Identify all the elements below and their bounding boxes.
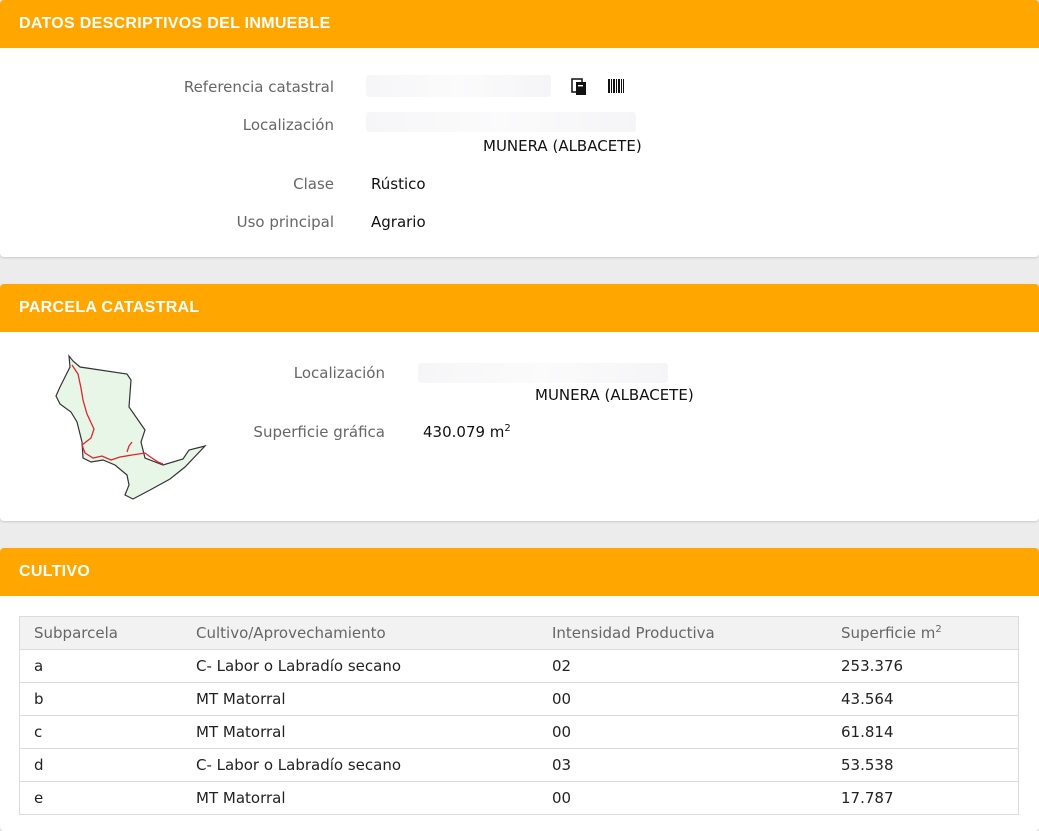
- ref-label: Referencia catastral: [183, 78, 334, 96]
- sup-number: 430.079 m: [423, 423, 505, 441]
- sup-label: Superficie gráfica: [253, 423, 385, 441]
- col-cultivo[interactable]: Cultivo/Aprovechamiento: [182, 616, 538, 650]
- inmueble-header: DATOS DESCRIPTIVOS DEL INMUEBLE: [0, 0, 1039, 48]
- cell-cultivo: MT Matorral: [182, 781, 538, 815]
- table-row: c MT Matorral 00 61.814: [19, 715, 1019, 749]
- parcela-header: PARCELA CATASTRAL: [0, 284, 1039, 332]
- cell-intensidad: 00: [538, 715, 827, 749]
- cell-cultivo: C- Labor o Labradío secano: [182, 748, 538, 782]
- cell-superficie: 17.787: [827, 781, 1019, 815]
- sup-value: 430.079 m2: [423, 423, 511, 441]
- table-row: a C- Labor o Labradío secano 02 253.376: [19, 649, 1019, 683]
- cell-intensidad: 00: [538, 781, 827, 815]
- cell-subparcela: b: [19, 682, 182, 716]
- col-superficie[interactable]: Superficie m2: [827, 616, 1019, 650]
- cell-subparcela: d: [19, 748, 182, 782]
- cell-superficie: 43.564: [827, 682, 1019, 716]
- cell-intensidad: 00: [538, 682, 827, 716]
- cell-subparcela: e: [19, 781, 182, 815]
- table-row: b MT Matorral 00 43.564: [19, 682, 1019, 716]
- parcela-loc-label: Localización: [293, 364, 385, 382]
- cell-superficie: 253.376: [827, 649, 1019, 683]
- col-intensidad[interactable]: Intensidad Productiva: [538, 616, 827, 650]
- col-superficie-label: Superficie m: [841, 624, 936, 642]
- clase-label: Clase: [293, 175, 334, 193]
- loc-address-redacted: [366, 112, 636, 132]
- cell-cultivo: MT Matorral: [182, 715, 538, 749]
- cell-superficie: 53.538: [827, 748, 1019, 782]
- cultivo-header: CULTIVO: [0, 548, 1039, 596]
- inmueble-panel: DATOS DESCRIPTIVOS DEL INMUEBLE Referenc…: [0, 0, 1039, 257]
- cell-superficie: 61.814: [827, 715, 1019, 749]
- table-row: d C- Labor o Labradío secano 03 53.538: [19, 748, 1019, 782]
- cell-intensidad: 02: [538, 649, 827, 683]
- parcela-address-redacted: [418, 363, 668, 383]
- cell-cultivo: C- Labor o Labradío secano: [182, 649, 538, 683]
- copy-icon[interactable]: [571, 78, 589, 96]
- loc-label: Localización: [242, 116, 334, 134]
- uso-label: Uso principal: [236, 213, 334, 231]
- cultivo-table: Subparcela Cultivo/Aprovechamiento Inten…: [19, 616, 1019, 815]
- col-superficie-exponent: 2: [935, 624, 942, 635]
- parcel-map[interactable]: [45, 350, 215, 510]
- cultivo-panel: CULTIVO Subparcela Cultivo/Aprovechamien…: [0, 548, 1039, 831]
- cell-cultivo: MT Matorral: [182, 682, 538, 716]
- cell-subparcela: a: [19, 649, 182, 683]
- parcela-loc-value: MUNERA (ALBACETE): [535, 386, 694, 404]
- uso-value: Agrario: [371, 213, 426, 231]
- table-row: e MT Matorral 00 17.787: [19, 781, 1019, 815]
- col-subparcela[interactable]: Subparcela: [19, 616, 182, 650]
- table-header-row: Subparcela Cultivo/Aprovechamiento Inten…: [19, 616, 1019, 650]
- barcode-icon[interactable]: [607, 78, 625, 96]
- clase-value: Rústico: [371, 175, 426, 193]
- sup-exponent: 2: [504, 423, 511, 434]
- parcela-panel: PARCELA CATASTRAL Localización MUNERA (A…: [0, 284, 1039, 521]
- loc-value: MUNERA (ALBACETE): [483, 137, 642, 155]
- cell-intensidad: 03: [538, 748, 827, 782]
- ref-value-redacted: [366, 75, 551, 97]
- cell-subparcela: c: [19, 715, 182, 749]
